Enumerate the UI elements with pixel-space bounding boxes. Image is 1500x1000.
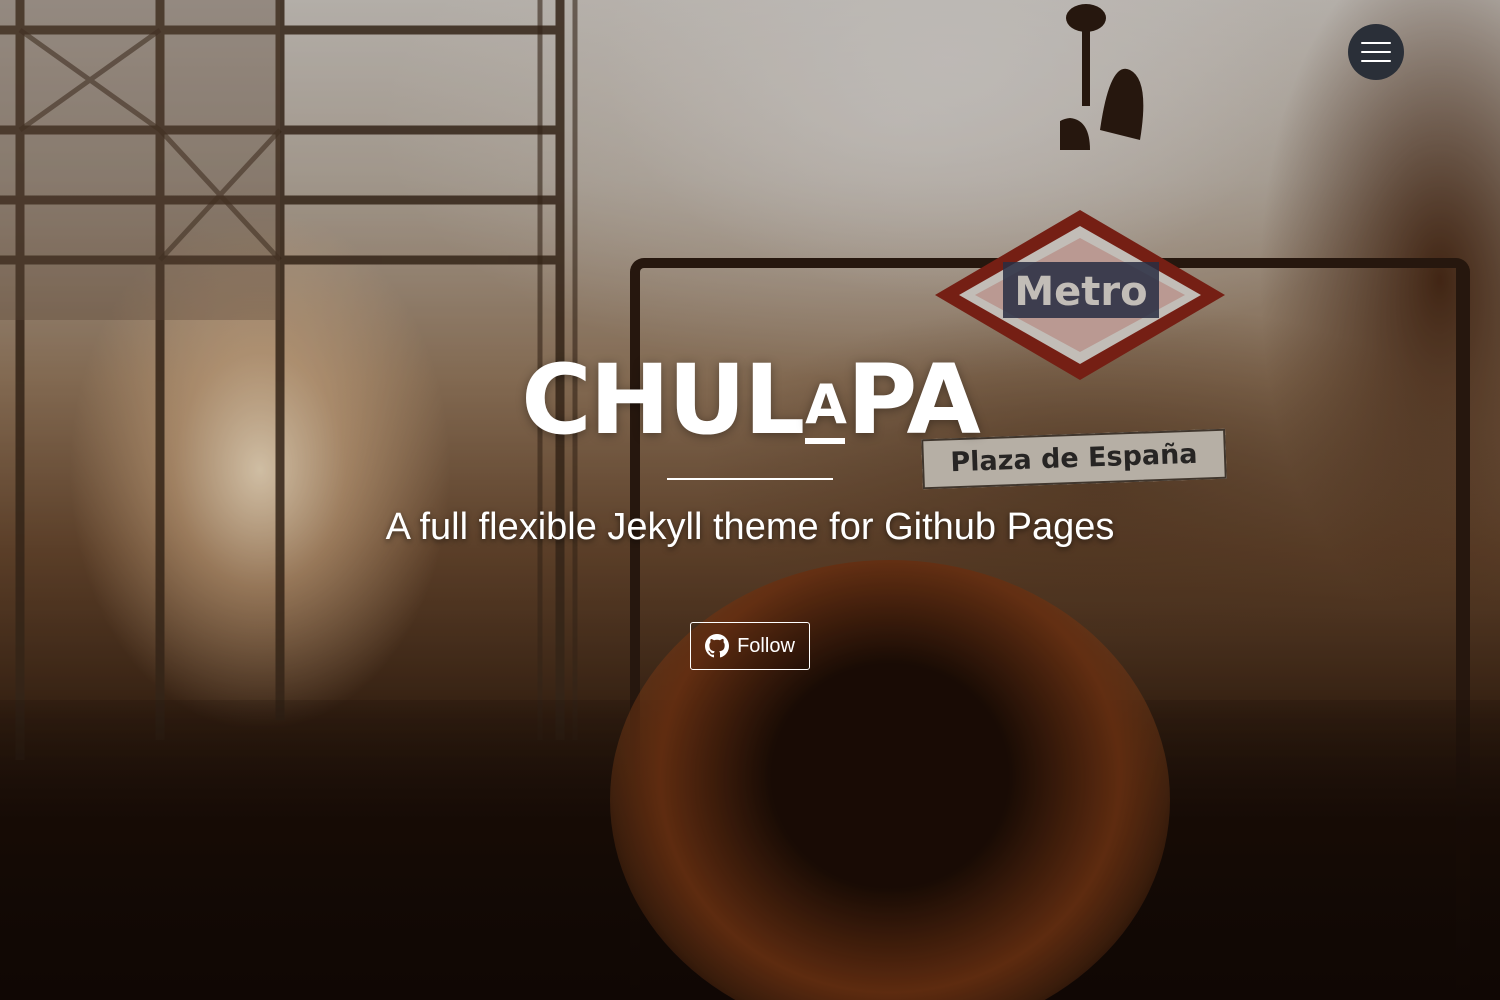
title-divider [667, 478, 833, 480]
menu-button[interactable] [1348, 24, 1404, 80]
site-logo[interactable]: CHUL A PA [521, 344, 981, 456]
hamburger-menu-icon [1361, 60, 1391, 62]
github-icon [705, 634, 730, 658]
site-tagline: A full flexible Jekyll theme for Github … [385, 506, 1115, 548]
hamburger-menu-icon [1361, 42, 1391, 44]
logo-small-letter: A [805, 378, 847, 444]
logo-part-1: CHUL [521, 344, 805, 456]
hero-content: CHUL A PA A full flexible Jekyll theme f… [0, 352, 1500, 670]
follow-button-label: Follow [737, 634, 795, 657]
follow-button[interactable]: Follow [690, 622, 810, 670]
hamburger-menu-icon [1361, 51, 1391, 53]
logo-part-2: PA [846, 344, 981, 456]
